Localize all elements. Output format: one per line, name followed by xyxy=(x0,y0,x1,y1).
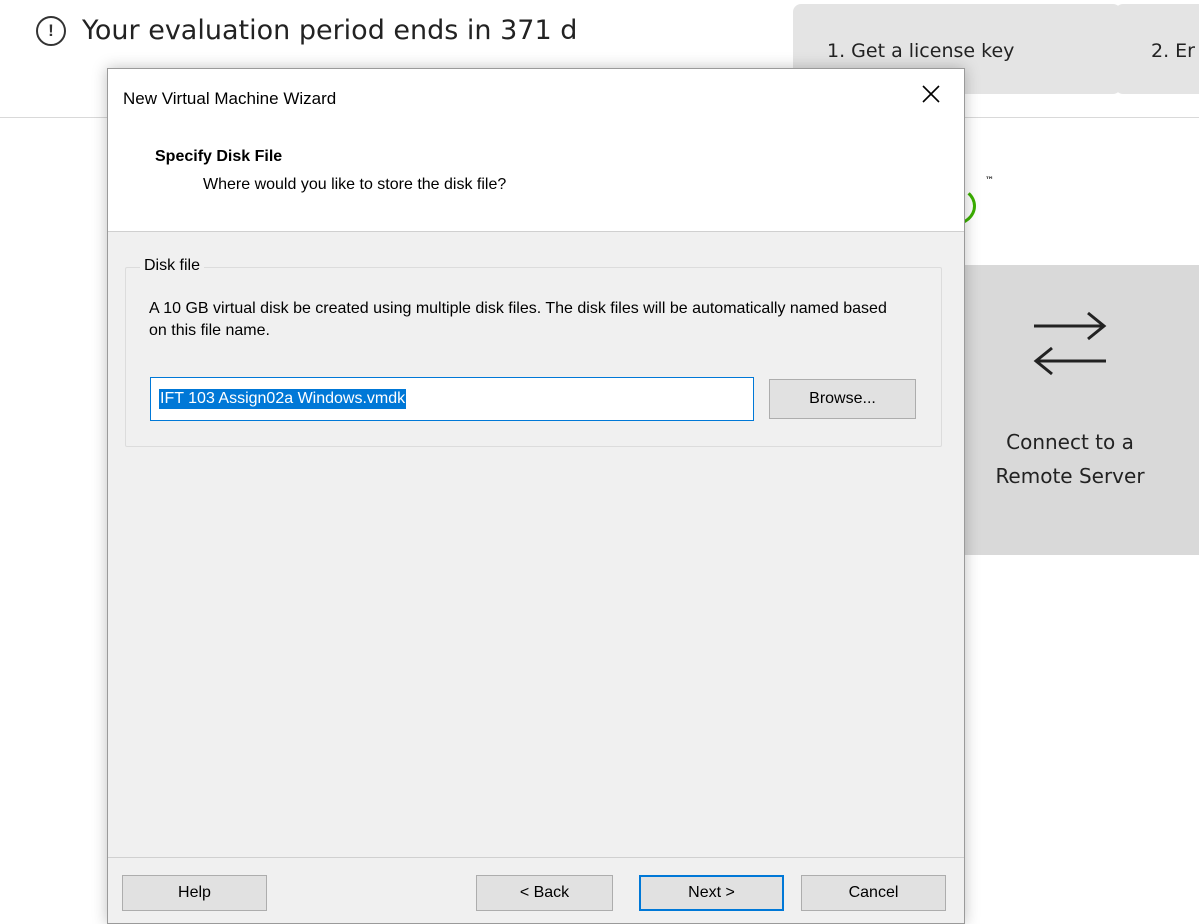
disk-file-group: Disk file A 10 GB virtual disk be create… xyxy=(125,257,942,447)
group-label: Disk file xyxy=(140,257,205,275)
page-subheading: Where would you like to store the disk f… xyxy=(203,176,507,193)
disk-file-description: A 10 GB virtual disk be created using mu… xyxy=(149,300,887,339)
dialog-header: New Virtual Machine Wizard Specify Disk … xyxy=(108,69,964,232)
footer-divider xyxy=(108,857,964,858)
connect-remote-server-card[interactable]: Connect to a Remote Server xyxy=(955,265,1199,555)
trademark-symbol: ™ xyxy=(985,176,994,186)
remote-server-label: Connect to a Remote Server xyxy=(995,430,1145,488)
transfer-arrows-icon xyxy=(1033,311,1107,376)
close-icon[interactable] xyxy=(916,79,946,109)
disk-file-name-input[interactable]: IFT 103 Assign02a Windows.vmdk xyxy=(150,377,754,421)
next-button[interactable]: Next > xyxy=(639,875,784,911)
evaluation-message: Your evaluation period ends in 371 d xyxy=(82,15,578,46)
help-button[interactable]: Help xyxy=(122,875,267,911)
new-vm-wizard-dialog: New Virtual Machine Wizard Specify Disk … xyxy=(107,68,965,924)
enter-license-key-button[interactable]: 2. Er xyxy=(1115,4,1199,94)
cancel-button[interactable]: Cancel xyxy=(801,875,946,911)
browse-button[interactable]: Browse... xyxy=(769,379,916,419)
page-heading: Specify Disk File xyxy=(155,148,283,165)
dialog-title: New Virtual Machine Wizard xyxy=(123,89,337,108)
back-button[interactable]: < Back xyxy=(476,875,613,911)
selected-file-name-text: IFT 103 Assign02a Windows.vmdk xyxy=(159,389,407,409)
evaluation-warning-icon: ! xyxy=(36,16,66,46)
